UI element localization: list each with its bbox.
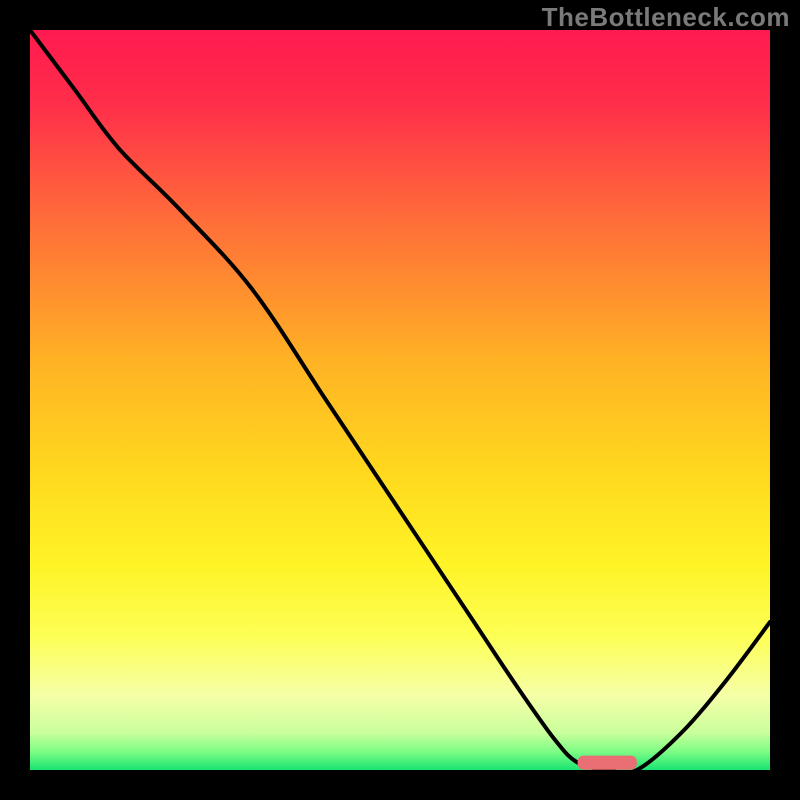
heat-gradient-bg [30, 30, 770, 770]
chart-frame: TheBottleneck.com [0, 0, 800, 800]
watermark-text: TheBottleneck.com [542, 2, 790, 33]
optimum-marker [578, 756, 637, 770]
bottleneck-chart [30, 30, 770, 770]
